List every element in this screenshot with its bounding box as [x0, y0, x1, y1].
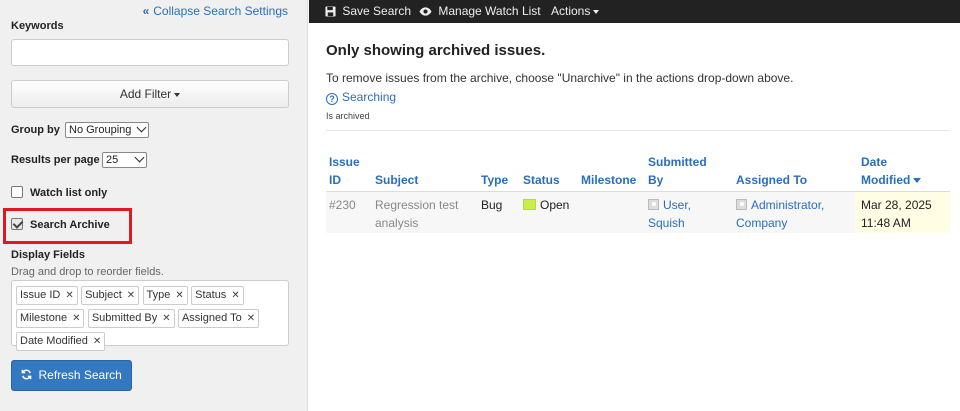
results-per-page-label: Results per page: [11, 154, 100, 166]
cell-subject[interactable]: Regression test analysis: [375, 196, 458, 232]
column-header-type[interactable]: Type: [481, 171, 508, 189]
column-header-submitted-by[interactable]: Submitted By: [648, 153, 707, 189]
remove-icon[interactable]: ✕: [162, 313, 170, 324]
remove-icon[interactable]: ✕: [72, 313, 80, 324]
cell-assigned-to[interactable]: Administrator, Company: [736, 196, 824, 232]
field-chip[interactable]: Issue ID ✕: [16, 286, 78, 305]
display-fields-label: Display Fields: [11, 249, 85, 261]
watch-list-only-label: Watch list only: [30, 187, 108, 199]
column-header-subject[interactable]: Subject: [375, 171, 418, 189]
column-header-assigned-to[interactable]: Assigned To: [736, 171, 807, 189]
field-chip[interactable]: Milestone ✕: [16, 309, 85, 328]
caret-down-icon: [174, 92, 181, 97]
manage-watch-list-label: Manage Watch List: [438, 4, 541, 18]
search-settings-sidebar: «Collapse Search Settings Keywords Add F…: [0, 0, 308, 411]
field-chip[interactable]: Status ✕: [191, 286, 244, 305]
keywords-input[interactable]: [11, 39, 289, 66]
searching-help-link[interactable]: ? Searching: [326, 90, 396, 105]
group-by-value: No Grouping: [69, 124, 132, 136]
actions-label: Actions: [551, 4, 591, 18]
searching-label: Searching: [342, 90, 397, 104]
field-chip[interactable]: Type ✕: [142, 286, 188, 305]
results-per-page-select[interactable]: 25: [102, 152, 147, 168]
field-chip[interactable]: Subject ✕: [81, 286, 140, 305]
remove-icon[interactable]: ✕: [247, 313, 255, 324]
archive-description: To remove issues from the archive, choos…: [326, 71, 794, 85]
field-chip[interactable]: Submitted By ✕: [87, 309, 175, 328]
cell-submitted-by[interactable]: User, Squish: [648, 196, 691, 232]
actions-dropdown[interactable]: Actions: [551, 4, 600, 18]
collapse-search-settings-link[interactable]: «Collapse Search Settings: [143, 4, 288, 18]
save-search-button[interactable]: Save Search: [325, 4, 411, 18]
watch-list-only-checkbox[interactable]: [11, 186, 23, 198]
column-header-milestone[interactable]: Milestone: [581, 171, 636, 189]
remove-icon[interactable]: ✕: [127, 290, 135, 301]
refresh-search-button[interactable]: Refresh Search: [11, 360, 132, 391]
double-chevron-left-icon: «: [142, 4, 150, 18]
remove-icon[interactable]: ✕: [231, 290, 239, 301]
group-by-select[interactable]: No Grouping: [65, 122, 149, 138]
add-filter-button[interactable]: Add Filter: [11, 80, 289, 108]
action-toolbar: Save Search Manage Watch List Actions: [309, 0, 960, 23]
save-icon: [325, 4, 342, 18]
cell-issue-id[interactable]: #230: [329, 196, 356, 214]
manage-watch-list-button[interactable]: Manage Watch List: [419, 4, 541, 18]
column-header-date-modified[interactable]: Date Modified: [861, 153, 922, 189]
results-per-page-value: 25: [106, 154, 119, 166]
question-circle-icon: ?: [326, 93, 338, 105]
refresh-icon: [21, 368, 38, 382]
cell-type: Bug: [481, 198, 503, 212]
active-filter-note: Is archived: [326, 111, 370, 121]
display-fields-box: Issue ID ✕ Subject ✕ Type ✕ Status ✕ Milesto…: [11, 280, 289, 351]
display-fields-hint: Drag and drop to reorder fields.: [11, 266, 164, 278]
group-by-label: Group by: [11, 124, 60, 136]
search-archive-checkbox[interactable]: [11, 218, 23, 230]
column-header-status[interactable]: Status: [523, 171, 560, 189]
add-filter-label: Add Filter: [119, 87, 172, 101]
cell-status: Open: [523, 196, 569, 214]
keywords-label: Keywords: [11, 20, 64, 32]
refresh-search-label: Refresh Search: [38, 368, 122, 382]
avatar: [648, 199, 659, 210]
divider: [326, 130, 950, 131]
remove-icon[interactable]: ✕: [65, 290, 73, 301]
page-title: Only showing archived issues.: [326, 42, 546, 59]
chevron-down-icon: [134, 152, 145, 163]
avatar: [736, 199, 747, 210]
caret-down-icon: [593, 9, 600, 14]
field-chip[interactable]: Date Modified ✕: [16, 332, 106, 351]
status-color-swatch: [523, 199, 536, 210]
collapse-label: Collapse Search Settings: [153, 4, 288, 18]
column-header-issue-id[interactable]: Issue ID: [329, 153, 360, 189]
save-search-label: Save Search: [342, 4, 412, 18]
remove-icon[interactable]: ✕: [93, 336, 101, 347]
chevron-down-icon: [136, 122, 147, 133]
sort-desc-icon: [913, 178, 922, 184]
remove-icon[interactable]: ✕: [175, 290, 183, 301]
eye-icon: [419, 4, 438, 18]
cell-date-modified: Mar 28, 2025 11:48 AM: [861, 198, 932, 230]
field-chip[interactable]: Assigned To ✕: [177, 309, 260, 328]
search-archive-label: Search Archive: [30, 219, 110, 231]
